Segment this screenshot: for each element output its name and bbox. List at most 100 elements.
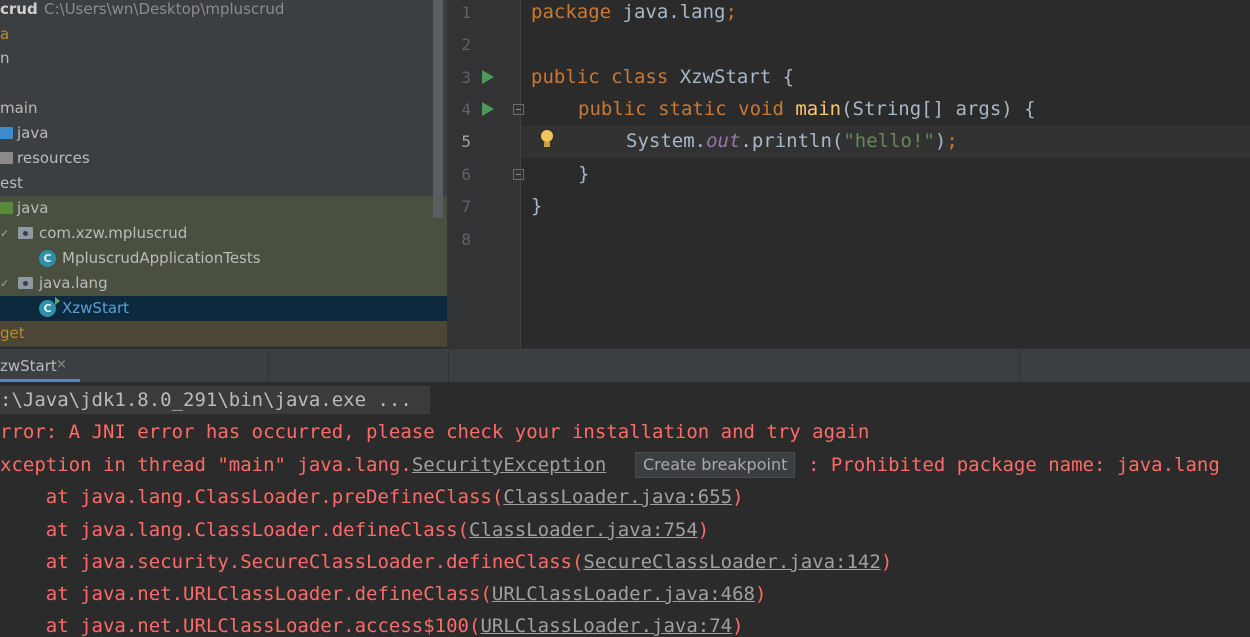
run-tab-xzwstart[interactable]: zwStart × (0, 348, 80, 382)
stack-frame-text: at java.net.URLClassLoader.defineClass( (0, 583, 492, 605)
code-token: out (706, 130, 741, 152)
chevron-down-icon[interactable]: ✓ (0, 221, 9, 246)
console-error-line: rror: A JNI error has occurred, please c… (0, 421, 870, 443)
source-link[interactable]: URLClassLoader.java:468 (492, 583, 755, 605)
line-number: 5 (461, 132, 471, 151)
code-token: public static void (578, 98, 784, 120)
stack-trace-line: at java.lang.ClassLoader.defineClass(Cla… (0, 519, 709, 541)
stack-frame-text: ) (732, 615, 744, 637)
tree-item-a[interactable]: a (0, 22, 447, 47)
stack-frame-text: at java.lang.ClassLoader.preDefineClass( (0, 486, 504, 508)
tree-item-n[interactable]: n (0, 46, 447, 71)
stack-frame-text: at java.lang.ClassLoader.defineClass( (0, 519, 469, 541)
stack-frame-text: ) (755, 583, 767, 605)
tree-item-resources[interactable]: resources (0, 146, 447, 171)
run-tool-window-header (0, 348, 1250, 383)
run-main-icon[interactable] (482, 102, 494, 116)
stack-frame-text: at java.security.SecureClassLoader.defin… (0, 551, 584, 573)
source-folder-icon (0, 127, 13, 139)
close-icon[interactable]: × (56, 357, 67, 372)
fold-marker-icon[interactable] (513, 169, 524, 180)
stack-trace-line: at java.lang.ClassLoader.preDefineClass(… (0, 486, 744, 508)
code-token: System. (626, 130, 707, 152)
line-number: 2 (461, 35, 471, 54)
console-exception-message: : Prohibited package name: java.lang (808, 454, 1220, 476)
code-token: java.lang (611, 1, 726, 23)
code-line-1[interactable]: package java.lang; (531, 1, 737, 23)
line-number: 4 (461, 100, 471, 119)
source-link[interactable]: ClassLoader.java:754 (469, 519, 698, 541)
runnable-class-icon: C (39, 297, 60, 317)
package-icon (18, 277, 33, 289)
toolbar-divider (1019, 348, 1020, 382)
run-class-icon[interactable] (482, 70, 494, 84)
class-icon: C (39, 250, 56, 267)
line-number: 8 (461, 230, 471, 249)
project-path: C:\Users\wn\Desktop\mpluscrud (44, 0, 285, 18)
tree-item-xzwstart[interactable]: C XzwStart (0, 296, 447, 321)
stack-trace-line: at java.security.SecureClassLoader.defin… (0, 551, 893, 573)
code-line-4[interactable]: public static void main(String[] args) { (578, 98, 1036, 120)
source-link[interactable]: ClassLoader.java:655 (503, 486, 732, 508)
tree-item-label: get (0, 324, 25, 342)
console-text: xception in thread "main" java.lang. (0, 454, 412, 476)
exception-class-link[interactable]: SecurityException (412, 454, 606, 476)
code-token: package (531, 1, 612, 23)
project-root-row[interactable]: crud C:\Users\wn\Desktop\mpluscrud (0, 0, 447, 22)
stack-frame-text: ) (880, 551, 893, 573)
source-link[interactable]: URLClassLoader.java:74 (480, 615, 732, 637)
source-link[interactable]: SecureClassLoader.java:142 (583, 551, 880, 573)
line-number: 6 (461, 165, 471, 184)
tree-item-label: java (17, 199, 49, 217)
stack-frame-text: ) (697, 519, 710, 541)
lightbulb-icon[interactable] (540, 130, 554, 150)
tree-item-main[interactable]: main (0, 96, 447, 121)
stack-trace-line: at java.net.URLClassLoader.defineClass(U… (0, 583, 767, 605)
resources-folder-icon (0, 152, 13, 164)
tree-item-main-java[interactable]: java (0, 121, 447, 146)
fold-marker-icon[interactable] (513, 104, 524, 115)
stack-frame-text: ) (732, 486, 744, 508)
code-token: ; (946, 130, 958, 152)
code-token: .println( (740, 130, 844, 152)
code-token: XzwStart { (668, 66, 795, 88)
line-number: 1 (461, 3, 471, 22)
tree-item-label: est (0, 174, 23, 192)
tree-item-label: a (0, 25, 10, 43)
tree-scrollbar[interactable] (433, 0, 443, 218)
tree-item-label: main (0, 99, 38, 117)
chevron-down-icon[interactable]: ✓ (0, 271, 9, 296)
tree-item-label: com.xzw.mpluscrud (39, 224, 188, 242)
tree-item-label: resources (17, 149, 90, 167)
run-tab-label: zwStart (0, 357, 57, 375)
stack-trace-line: at java.net.URLClassLoader.access$100(UR… (0, 615, 744, 637)
package-icon (18, 227, 33, 239)
tree-item-java-lang[interactable]: ✓ java.lang (0, 271, 447, 296)
tree-item-test[interactable]: est (0, 171, 447, 196)
console-command-line[interactable]: :\Java\jdk1.8.0_291\bin\java.exe ... (0, 389, 412, 411)
code-line-5[interactable]: System.out.println("hello!"); (626, 130, 958, 152)
code-token: main (783, 98, 842, 120)
create-breakpoint-tooltip[interactable]: Create breakpoint (635, 452, 796, 478)
tree-item-label: java (17, 124, 49, 142)
line-number: 7 (461, 197, 471, 216)
code-token: ) (934, 130, 947, 152)
stack-frame-text: at java.net.URLClassLoader.access$100( (0, 615, 481, 637)
toolbar-divider (448, 348, 449, 382)
tree-item-label: n (0, 49, 10, 67)
code-token: ; (725, 1, 737, 23)
tree-item-target[interactable]: get (0, 321, 447, 346)
line-number: 3 (461, 68, 471, 87)
code-token: public class (531, 66, 669, 88)
tree-item-com-xzw-mpluscrud[interactable]: ✓ com.xzw.mpluscrud (0, 221, 447, 246)
toolbar-divider (268, 348, 269, 382)
project-tree: crud C:\Users\wn\Desktop\mpluscrud a n m… (0, 0, 447, 347)
console-exception-line: xception in thread "main" java.lang.Secu… (0, 454, 606, 476)
code-line-6[interactable]: } (578, 163, 589, 185)
tree-item-test-java[interactable]: java (0, 196, 447, 221)
code-line-3[interactable]: public class XzwStart { (531, 66, 794, 88)
tree-item-label: XzwStart (62, 299, 130, 317)
code-token: (String[] args) { (841, 98, 1036, 120)
code-line-7[interactable]: } (531, 195, 542, 217)
tree-item-mpluscrud-application-tests[interactable]: C MpluscrudApplicationTests (0, 246, 447, 271)
